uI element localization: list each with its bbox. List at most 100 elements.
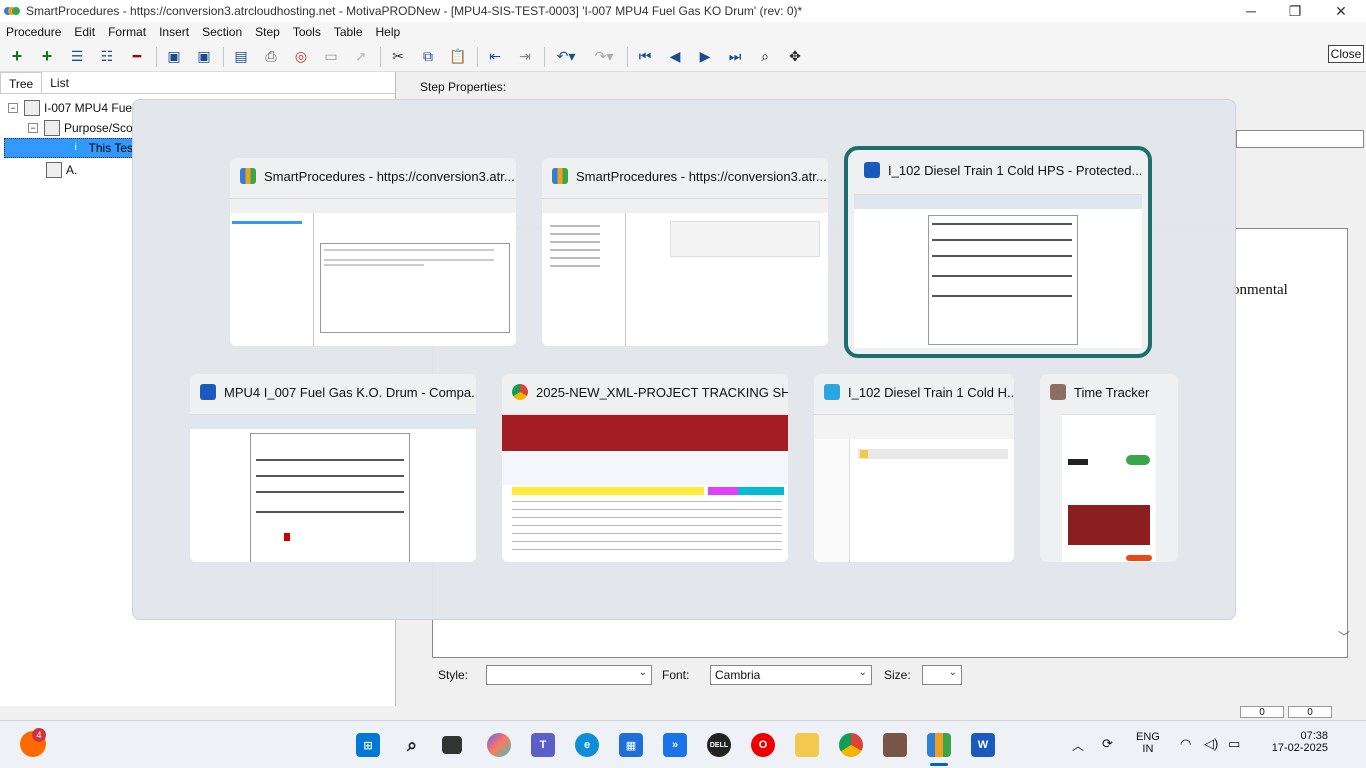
- switcher-card-word-mpu4-fuel-gas[interactable]: MPU4 I_007 Fuel Gas K.O. Drum - Compa...: [190, 374, 476, 562]
- toolbar: + + ☰ ☷ ━ ▣ ▣ ▤ ⎙ ◎ ▭ ➚ ✂ ⧉ 📋 ⇤ ⇥ ↶▾ ↷▾ …: [0, 42, 1366, 72]
- switcher-card-word-i102-protected[interactable]: I_102 Diesel Train 1 Cold HPS - Protecte…: [844, 146, 1152, 358]
- power-automate-icon[interactable]: »: [663, 733, 687, 757]
- word-icon: [200, 384, 216, 400]
- minimize-button[interactable]: ─: [1228, 0, 1274, 22]
- outdent-icon[interactable]: ⇤: [484, 46, 506, 68]
- step-property-field[interactable]: [1236, 130, 1364, 148]
- tree-item-procedure[interactable]: − I-007 MPU4 Fuel: [8, 98, 135, 118]
- copy-icon[interactable]: ⧉: [417, 46, 439, 68]
- maximize-button[interactable]: ❐: [1272, 0, 1318, 22]
- title-bar: SmartProcedures - https://conversion3.at…: [0, 0, 1366, 22]
- collapse-icon[interactable]: −: [28, 123, 38, 133]
- tree-item-label: Purpose/Sco: [64, 121, 133, 135]
- chevron-up-icon[interactable]: ︿: [1072, 737, 1084, 754]
- store-icon[interactable]: ▦: [619, 733, 643, 757]
- menu-procedure[interactable]: Procedure: [6, 25, 61, 39]
- save-icon[interactable]: ▣: [163, 46, 185, 68]
- wifi-icon[interactable]: ◠: [1180, 736, 1191, 752]
- last-icon[interactable]: ⏭: [724, 46, 746, 68]
- redo-icon[interactable]: ↷▾: [589, 46, 619, 68]
- cut-icon[interactable]: ✂: [387, 46, 409, 68]
- opera-icon[interactable]: O: [751, 733, 775, 757]
- network-status-icon[interactable]: ⟳: [1102, 736, 1113, 752]
- redo-disabled-icon[interactable]: ➚: [350, 46, 372, 68]
- start-icon[interactable]: ⊞: [356, 733, 380, 757]
- scroll-down-icon[interactable]: ﹀: [1338, 628, 1350, 645]
- status-field: 0: [1240, 706, 1284, 718]
- task-view-icon[interactable]: [442, 736, 462, 754]
- menu-insert[interactable]: Insert: [159, 25, 189, 39]
- next-icon[interactable]: ▶: [694, 46, 716, 68]
- time-tracker-icon[interactable]: [883, 733, 907, 757]
- delete-icon[interactable]: ━: [126, 46, 148, 68]
- window-thumbnail: [854, 194, 1142, 348]
- search-icon[interactable]: ⌕: [400, 733, 424, 757]
- size-label: Size:: [884, 668, 911, 682]
- indent-icon[interactable]: ⇥: [514, 46, 536, 68]
- find-icon[interactable]: ⌕: [754, 46, 776, 68]
- move-icon[interactable]: ✥: [784, 46, 806, 68]
- clock[interactable]: 07:38 17-02-2025: [1258, 730, 1328, 754]
- menu-bar: Procedure Edit Format Insert Section Ste…: [0, 22, 1366, 42]
- menu-step[interactable]: Step: [255, 25, 280, 39]
- date-text: 17-02-2025: [1271, 742, 1328, 754]
- print-icon[interactable]: ⎙: [260, 46, 282, 68]
- file-explorer-icon: [824, 384, 840, 400]
- chrome-icon[interactable]: [839, 733, 863, 757]
- close-window-button[interactable]: ✕: [1318, 0, 1364, 22]
- switcher-card-chrome-tracking-sheet[interactable]: 2025-NEW_XML-PROJECT TRACKING SHEE...: [502, 374, 788, 562]
- copilot-icon[interactable]: [487, 733, 511, 757]
- edge-icon[interactable]: e: [575, 733, 599, 757]
- size-select[interactable]: ⌄: [922, 665, 962, 685]
- switcher-card-smartprocedures-2[interactable]: SmartProcedures - https://conversion3.at…: [542, 158, 828, 346]
- menu-format[interactable]: Format: [108, 25, 146, 39]
- window-thumbnail: [502, 414, 788, 562]
- tab-tree[interactable]: Tree: [0, 72, 43, 93]
- add-icon[interactable]: +: [6, 46, 28, 68]
- card-title: 2025-NEW_XML-PROJECT TRACKING SHEE...: [536, 384, 788, 400]
- style-select[interactable]: ⌄: [486, 665, 652, 685]
- outline-icon[interactable]: ☷: [96, 46, 118, 68]
- card-header: I_102 Diesel Train 1 Cold HPS - Protecte…: [848, 150, 1148, 190]
- first-icon[interactable]: ⏮: [634, 46, 656, 68]
- spellcheck-icon[interactable]: ◎: [290, 46, 312, 68]
- tree-item-this-test[interactable]: i This Tes: [4, 138, 134, 158]
- file-explorer-icon[interactable]: [795, 733, 819, 757]
- battery-icon[interactable]: ▭: [1228, 736, 1240, 752]
- tree-item-label: A.: [66, 163, 78, 177]
- menu-help[interactable]: Help: [376, 25, 401, 39]
- view-icon[interactable]: ▭: [320, 46, 342, 68]
- switcher-card-file-explorer[interactable]: I_102 Diesel Train 1 Cold H...: [814, 374, 1014, 562]
- font-select[interactable]: Cambria ⌄: [710, 665, 872, 685]
- switcher-card-time-tracker[interactable]: Time Tracker: [1040, 374, 1178, 562]
- tree-item-purpose[interactable]: − Purpose/Sco: [28, 118, 133, 138]
- paste-icon[interactable]: 📋: [447, 46, 469, 68]
- collapse-icon[interactable]: −: [8, 103, 18, 113]
- time-text: 07:38: [1300, 730, 1328, 742]
- add-child-icon[interactable]: +: [36, 46, 58, 68]
- language-indicator[interactable]: ENG IN: [1136, 731, 1160, 755]
- undo-icon[interactable]: ↶▾: [551, 46, 581, 68]
- teams-icon[interactable]: T: [531, 733, 555, 757]
- dell-icon[interactable]: DELL: [707, 733, 731, 757]
- export-icon[interactable]: ▤: [230, 46, 252, 68]
- menu-edit[interactable]: Edit: [74, 25, 95, 39]
- previous-icon[interactable]: ◀: [664, 46, 686, 68]
- close-button[interactable]: Close: [1328, 45, 1364, 63]
- menu-section[interactable]: Section: [202, 25, 242, 39]
- window-thumbnail: [542, 198, 828, 346]
- save-all-icon[interactable]: ▣: [193, 46, 215, 68]
- menu-table[interactable]: Table: [334, 25, 363, 39]
- toolbar-separator: [544, 46, 545, 67]
- card-header: SmartProcedures - https://conversion3.at…: [230, 158, 516, 194]
- list-icon[interactable]: ☰: [66, 46, 88, 68]
- tree-item-label: This Tes: [88, 141, 133, 155]
- tab-list[interactable]: List: [42, 72, 77, 93]
- switcher-card-smartprocedures-1[interactable]: SmartProcedures - https://conversion3.at…: [230, 158, 516, 346]
- tree-item-a[interactable]: A.: [46, 160, 77, 180]
- smartprocedures-icon[interactable]: [927, 733, 951, 757]
- volume-icon[interactable]: ◁): [1204, 736, 1218, 752]
- word-icon[interactable]: W: [971, 733, 995, 757]
- menu-tools[interactable]: Tools: [293, 25, 321, 39]
- card-header: SmartProcedures - https://conversion3.at…: [542, 158, 828, 194]
